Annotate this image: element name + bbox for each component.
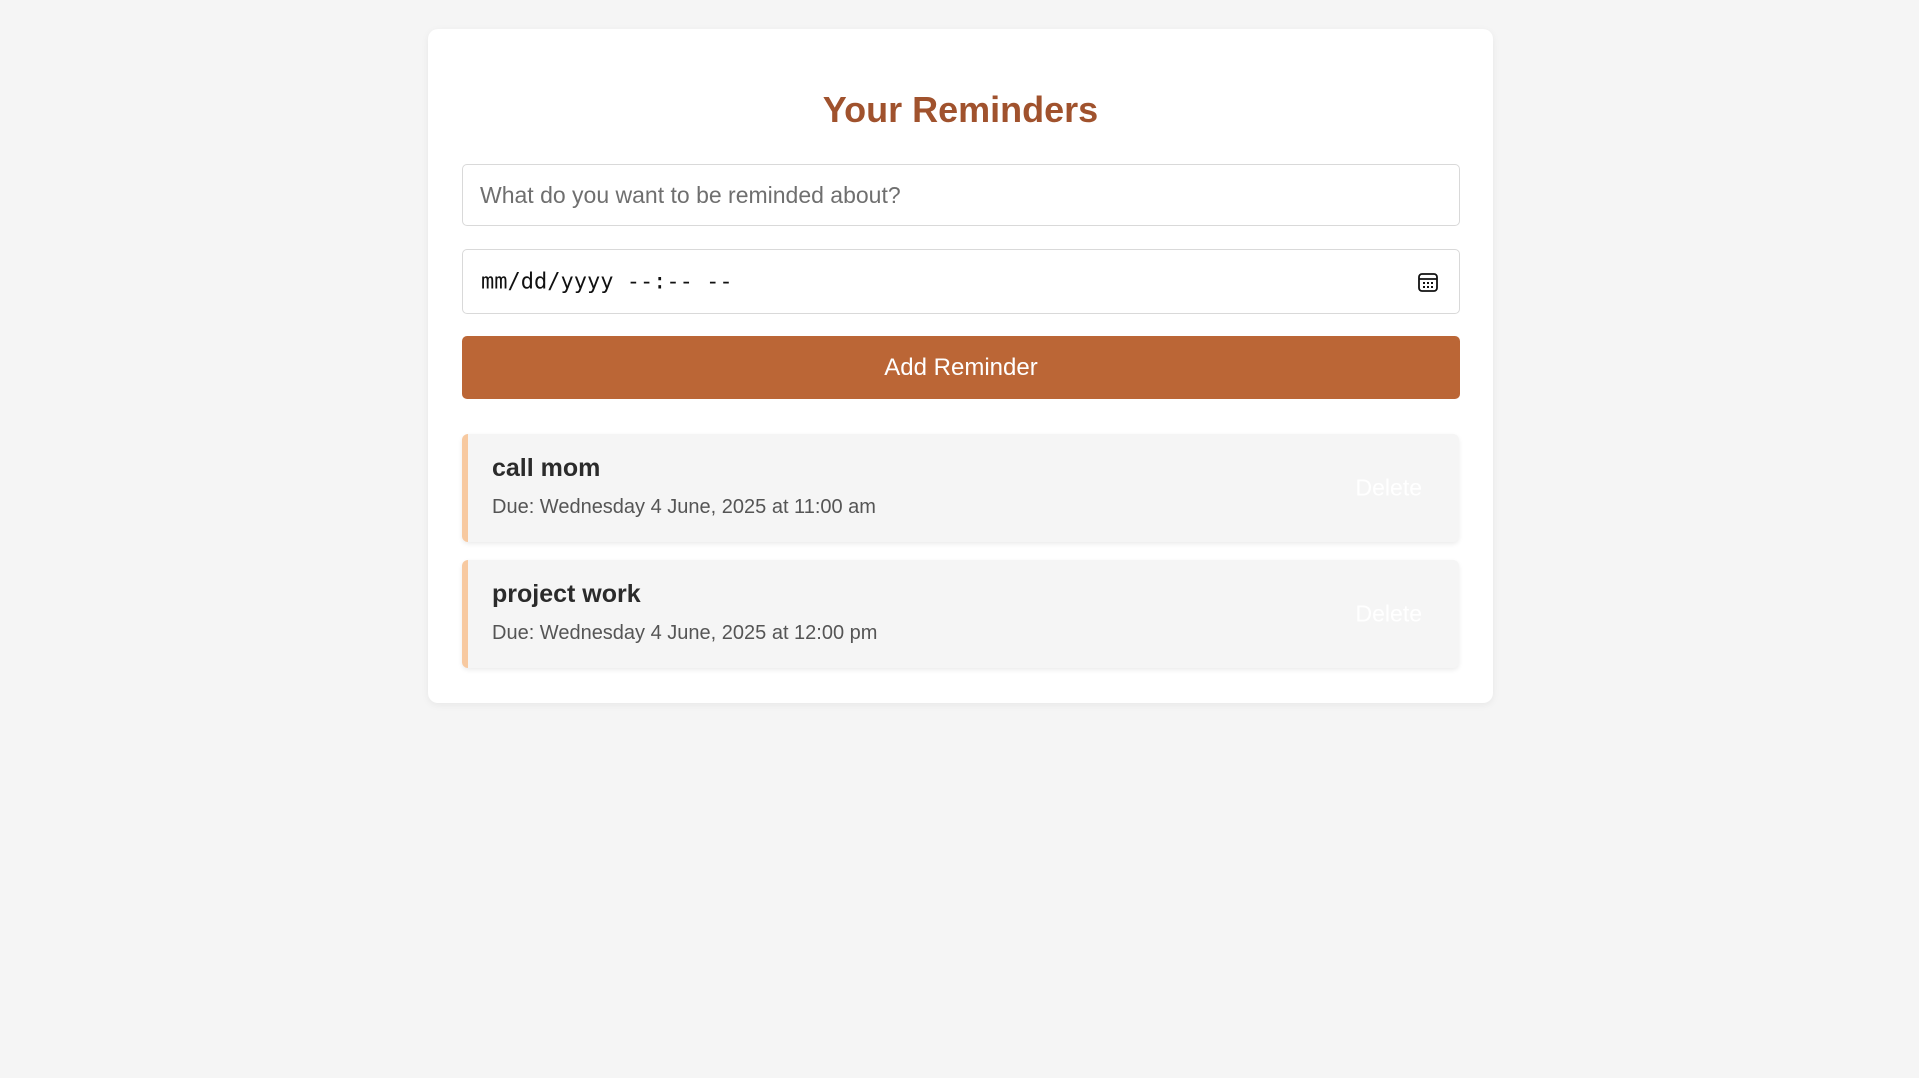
calendar-icon[interactable]: [1416, 270, 1440, 294]
reminder-text-input[interactable]: [462, 164, 1460, 226]
delete-reminder-button[interactable]: Delete: [1352, 595, 1426, 634]
datetime-input[interactable]: mm/dd/yyyy --:-- --: [462, 249, 1460, 314]
reminder-due-date: Due: Wednesday 4 June, 2025 at 11:00 am: [492, 496, 876, 518]
reminder-due-date: Due: Wednesday 4 June, 2025 at 12:00 pm: [492, 622, 878, 644]
page-title: Your Reminders: [822, 89, 1099, 130]
reminder-title: project work: [492, 580, 641, 608]
reminder-item: call mom Due: Wednesday 4 June, 2025 at …: [462, 434, 1459, 542]
datetime-placeholder: mm/dd/yyyy --:-- --: [481, 269, 733, 294]
reminder-item: project work Due: Wednesday 4 June, 2025…: [462, 560, 1459, 668]
delete-reminder-button[interactable]: Delete: [1352, 469, 1426, 508]
add-reminder-button[interactable]: Add Reminder: [462, 336, 1460, 399]
reminders-card: Your Reminders mm/dd/yyyy --:-- -- Add R…: [428, 29, 1493, 703]
reminder-title: call mom: [492, 454, 601, 482]
